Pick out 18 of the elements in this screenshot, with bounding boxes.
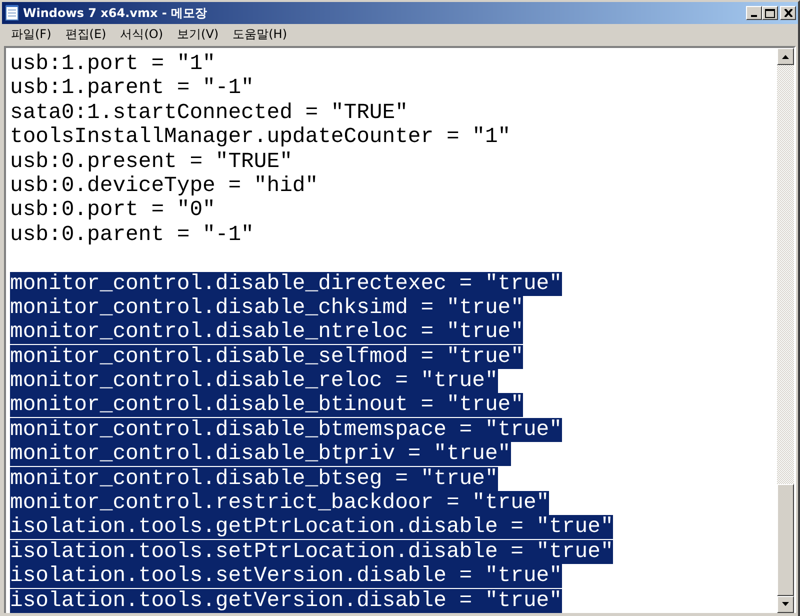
scroll-up-button[interactable] [777,48,794,65]
scroll-thumb[interactable] [777,484,794,596]
window-title: Windows 7 x64.vmx - 메모장 [23,4,208,22]
down-arrow-icon [782,602,789,606]
maximize-button[interactable] [762,6,778,20]
close-button[interactable] [780,6,796,20]
up-arrow-icon [782,54,789,58]
vertical-scrollbar[interactable] [777,48,794,613]
menu-item[interactable]: 편집(E) [58,26,114,42]
menu-item[interactable]: 파일(F) [4,26,58,42]
menu-item[interactable]: 보기(V) [170,26,226,42]
minimize-button[interactable] [746,6,762,20]
menu-item[interactable]: 도움말(H) [226,26,294,42]
close-icon [784,9,792,17]
notepad-icon [5,5,19,21]
maximize-icon [765,8,775,18]
menu-item[interactable]: 서식(O) [113,26,170,42]
scroll-down-button[interactable] [777,596,794,613]
